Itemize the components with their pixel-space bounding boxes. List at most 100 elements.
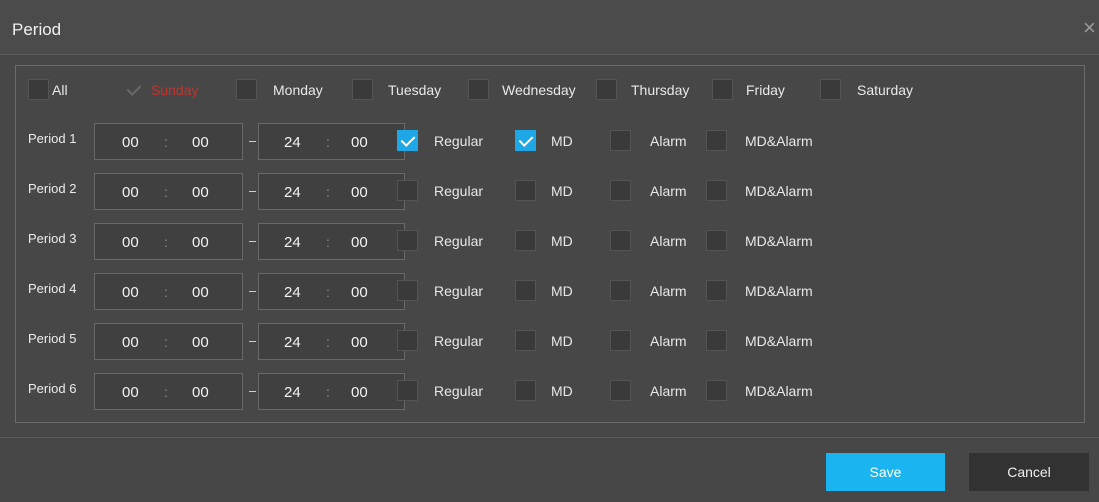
- record-type-checkbox-regular[interactable]: [397, 380, 418, 401]
- end-time-input[interactable]: 24: 00: [258, 173, 405, 210]
- end-time-input[interactable]: 24: 00: [258, 373, 405, 410]
- day-checkbox-sunday: [123, 79, 144, 100]
- record-type-checkbox-md[interactable]: [515, 330, 536, 351]
- time-colon: :: [326, 184, 330, 200]
- record-type-label-regular: Regular: [434, 183, 484, 199]
- record-type-checkbox-md[interactable]: [515, 130, 536, 151]
- start-hour[interactable]: 00: [122, 134, 139, 151]
- day-label-all: All: [52, 82, 68, 98]
- start-hour[interactable]: 00: [122, 184, 139, 201]
- start-minute[interactable]: 00: [192, 384, 209, 401]
- start-time-input[interactable]: 00: 00: [94, 223, 243, 260]
- cancel-button[interactable]: Cancel: [969, 453, 1089, 491]
- record-type-checkbox-alarm[interactable]: [610, 380, 631, 401]
- start-minute[interactable]: 00: [192, 184, 209, 201]
- day-checkbox-all[interactable]: [28, 79, 49, 100]
- time-colon: :: [164, 334, 168, 350]
- start-time-input[interactable]: 00: 00: [94, 323, 243, 360]
- record-type-checkbox-md-and-alarm[interactable]: [706, 280, 727, 301]
- record-type-checkbox-alarm[interactable]: [610, 280, 631, 301]
- day-checkbox-friday[interactable]: [712, 79, 733, 100]
- record-type-label-md-and-alarm: MD&Alarm: [745, 233, 813, 249]
- record-type-label-md-and-alarm: MD&Alarm: [745, 133, 813, 149]
- day-label-wednesday: Wednesday: [502, 82, 576, 98]
- end-time-input[interactable]: 24: 00: [258, 223, 405, 260]
- start-time-input[interactable]: 00: 00: [94, 123, 243, 160]
- end-minute[interactable]: 00: [351, 384, 368, 401]
- record-type-checkbox-md[interactable]: [515, 180, 536, 201]
- range-dash: [249, 391, 256, 392]
- end-minute[interactable]: 00: [351, 134, 368, 151]
- record-type-checkbox-md[interactable]: [515, 380, 536, 401]
- end-time-input[interactable]: 24: 00: [258, 323, 405, 360]
- range-dash: [249, 191, 256, 192]
- record-type-checkbox-alarm[interactable]: [610, 130, 631, 151]
- period-label: Period 5: [28, 331, 77, 346]
- record-type-checkbox-regular[interactable]: [397, 330, 418, 351]
- start-time-input[interactable]: 00: 00: [94, 273, 243, 310]
- range-dash: [249, 241, 256, 242]
- record-type-checkbox-regular[interactable]: [397, 130, 418, 151]
- end-time-input[interactable]: 24: 00: [258, 123, 405, 160]
- record-type-checkbox-md-and-alarm[interactable]: [706, 330, 727, 351]
- record-type-checkbox-alarm[interactable]: [610, 330, 631, 351]
- day-checkbox-saturday[interactable]: [820, 79, 841, 100]
- close-icon[interactable]: ×: [1083, 17, 1096, 39]
- record-type-checkbox-alarm[interactable]: [610, 180, 631, 201]
- end-minute[interactable]: 00: [351, 334, 368, 351]
- end-hour[interactable]: 24: [284, 284, 301, 301]
- start-minute[interactable]: 00: [192, 134, 209, 151]
- footer-divider: [0, 437, 1099, 438]
- record-type-label-regular: Regular: [434, 333, 484, 349]
- time-colon: :: [164, 134, 168, 150]
- day-checkbox-wednesday[interactable]: [468, 79, 489, 100]
- record-type-checkbox-regular[interactable]: [397, 230, 418, 251]
- start-hour[interactable]: 00: [122, 384, 139, 401]
- day-label-thursday: Thursday: [631, 82, 690, 98]
- end-hour[interactable]: 24: [284, 384, 301, 401]
- record-type-checkbox-md-and-alarm[interactable]: [706, 180, 727, 201]
- start-hour[interactable]: 00: [122, 284, 139, 301]
- day-checkbox-monday[interactable]: [236, 79, 257, 100]
- start-minute[interactable]: 00: [192, 284, 209, 301]
- period-label: Period 2: [28, 181, 77, 196]
- start-minute[interactable]: 00: [192, 234, 209, 251]
- time-colon: :: [326, 384, 330, 400]
- record-type-checkbox-md[interactable]: [515, 230, 536, 251]
- end-time-input[interactable]: 24: 00: [258, 273, 405, 310]
- record-type-label-md-and-alarm: MD&Alarm: [745, 183, 813, 199]
- time-colon: :: [164, 184, 168, 200]
- record-type-label-regular: Regular: [434, 383, 484, 399]
- record-type-checkbox-md-and-alarm[interactable]: [706, 230, 727, 251]
- record-type-label-alarm: Alarm: [650, 283, 687, 299]
- end-minute[interactable]: 00: [351, 184, 368, 201]
- start-time-input[interactable]: 00: 00: [94, 173, 243, 210]
- day-checkbox-tuesday[interactable]: [352, 79, 373, 100]
- record-type-checkbox-regular[interactable]: [397, 180, 418, 201]
- range-dash: [249, 141, 256, 142]
- end-hour[interactable]: 24: [284, 234, 301, 251]
- start-hour[interactable]: 00: [122, 334, 139, 351]
- end-minute[interactable]: 00: [351, 234, 368, 251]
- record-type-checkbox-md[interactable]: [515, 280, 536, 301]
- save-button[interactable]: Save: [826, 453, 945, 491]
- record-type-checkbox-md-and-alarm[interactable]: [706, 130, 727, 151]
- record-type-label-md-and-alarm: MD&Alarm: [745, 283, 813, 299]
- record-type-checkbox-md-and-alarm[interactable]: [706, 380, 727, 401]
- time-colon: :: [326, 234, 330, 250]
- start-time-input[interactable]: 00: 00: [94, 373, 243, 410]
- end-hour[interactable]: 24: [284, 334, 301, 351]
- end-hour[interactable]: 24: [284, 184, 301, 201]
- end-hour[interactable]: 24: [284, 134, 301, 151]
- record-type-checkbox-alarm[interactable]: [610, 230, 631, 251]
- record-type-label-md: MD: [551, 333, 573, 349]
- record-type-label-md: MD: [551, 233, 573, 249]
- start-hour[interactable]: 00: [122, 234, 139, 251]
- day-label-sunday: Sunday: [151, 82, 199, 98]
- end-minute[interactable]: 00: [351, 284, 368, 301]
- start-minute[interactable]: 00: [192, 334, 209, 351]
- day-checkbox-thursday[interactable]: [596, 79, 617, 100]
- record-type-label-alarm: Alarm: [650, 183, 687, 199]
- record-type-checkbox-regular[interactable]: [397, 280, 418, 301]
- dialog-title: Period: [12, 20, 62, 39]
